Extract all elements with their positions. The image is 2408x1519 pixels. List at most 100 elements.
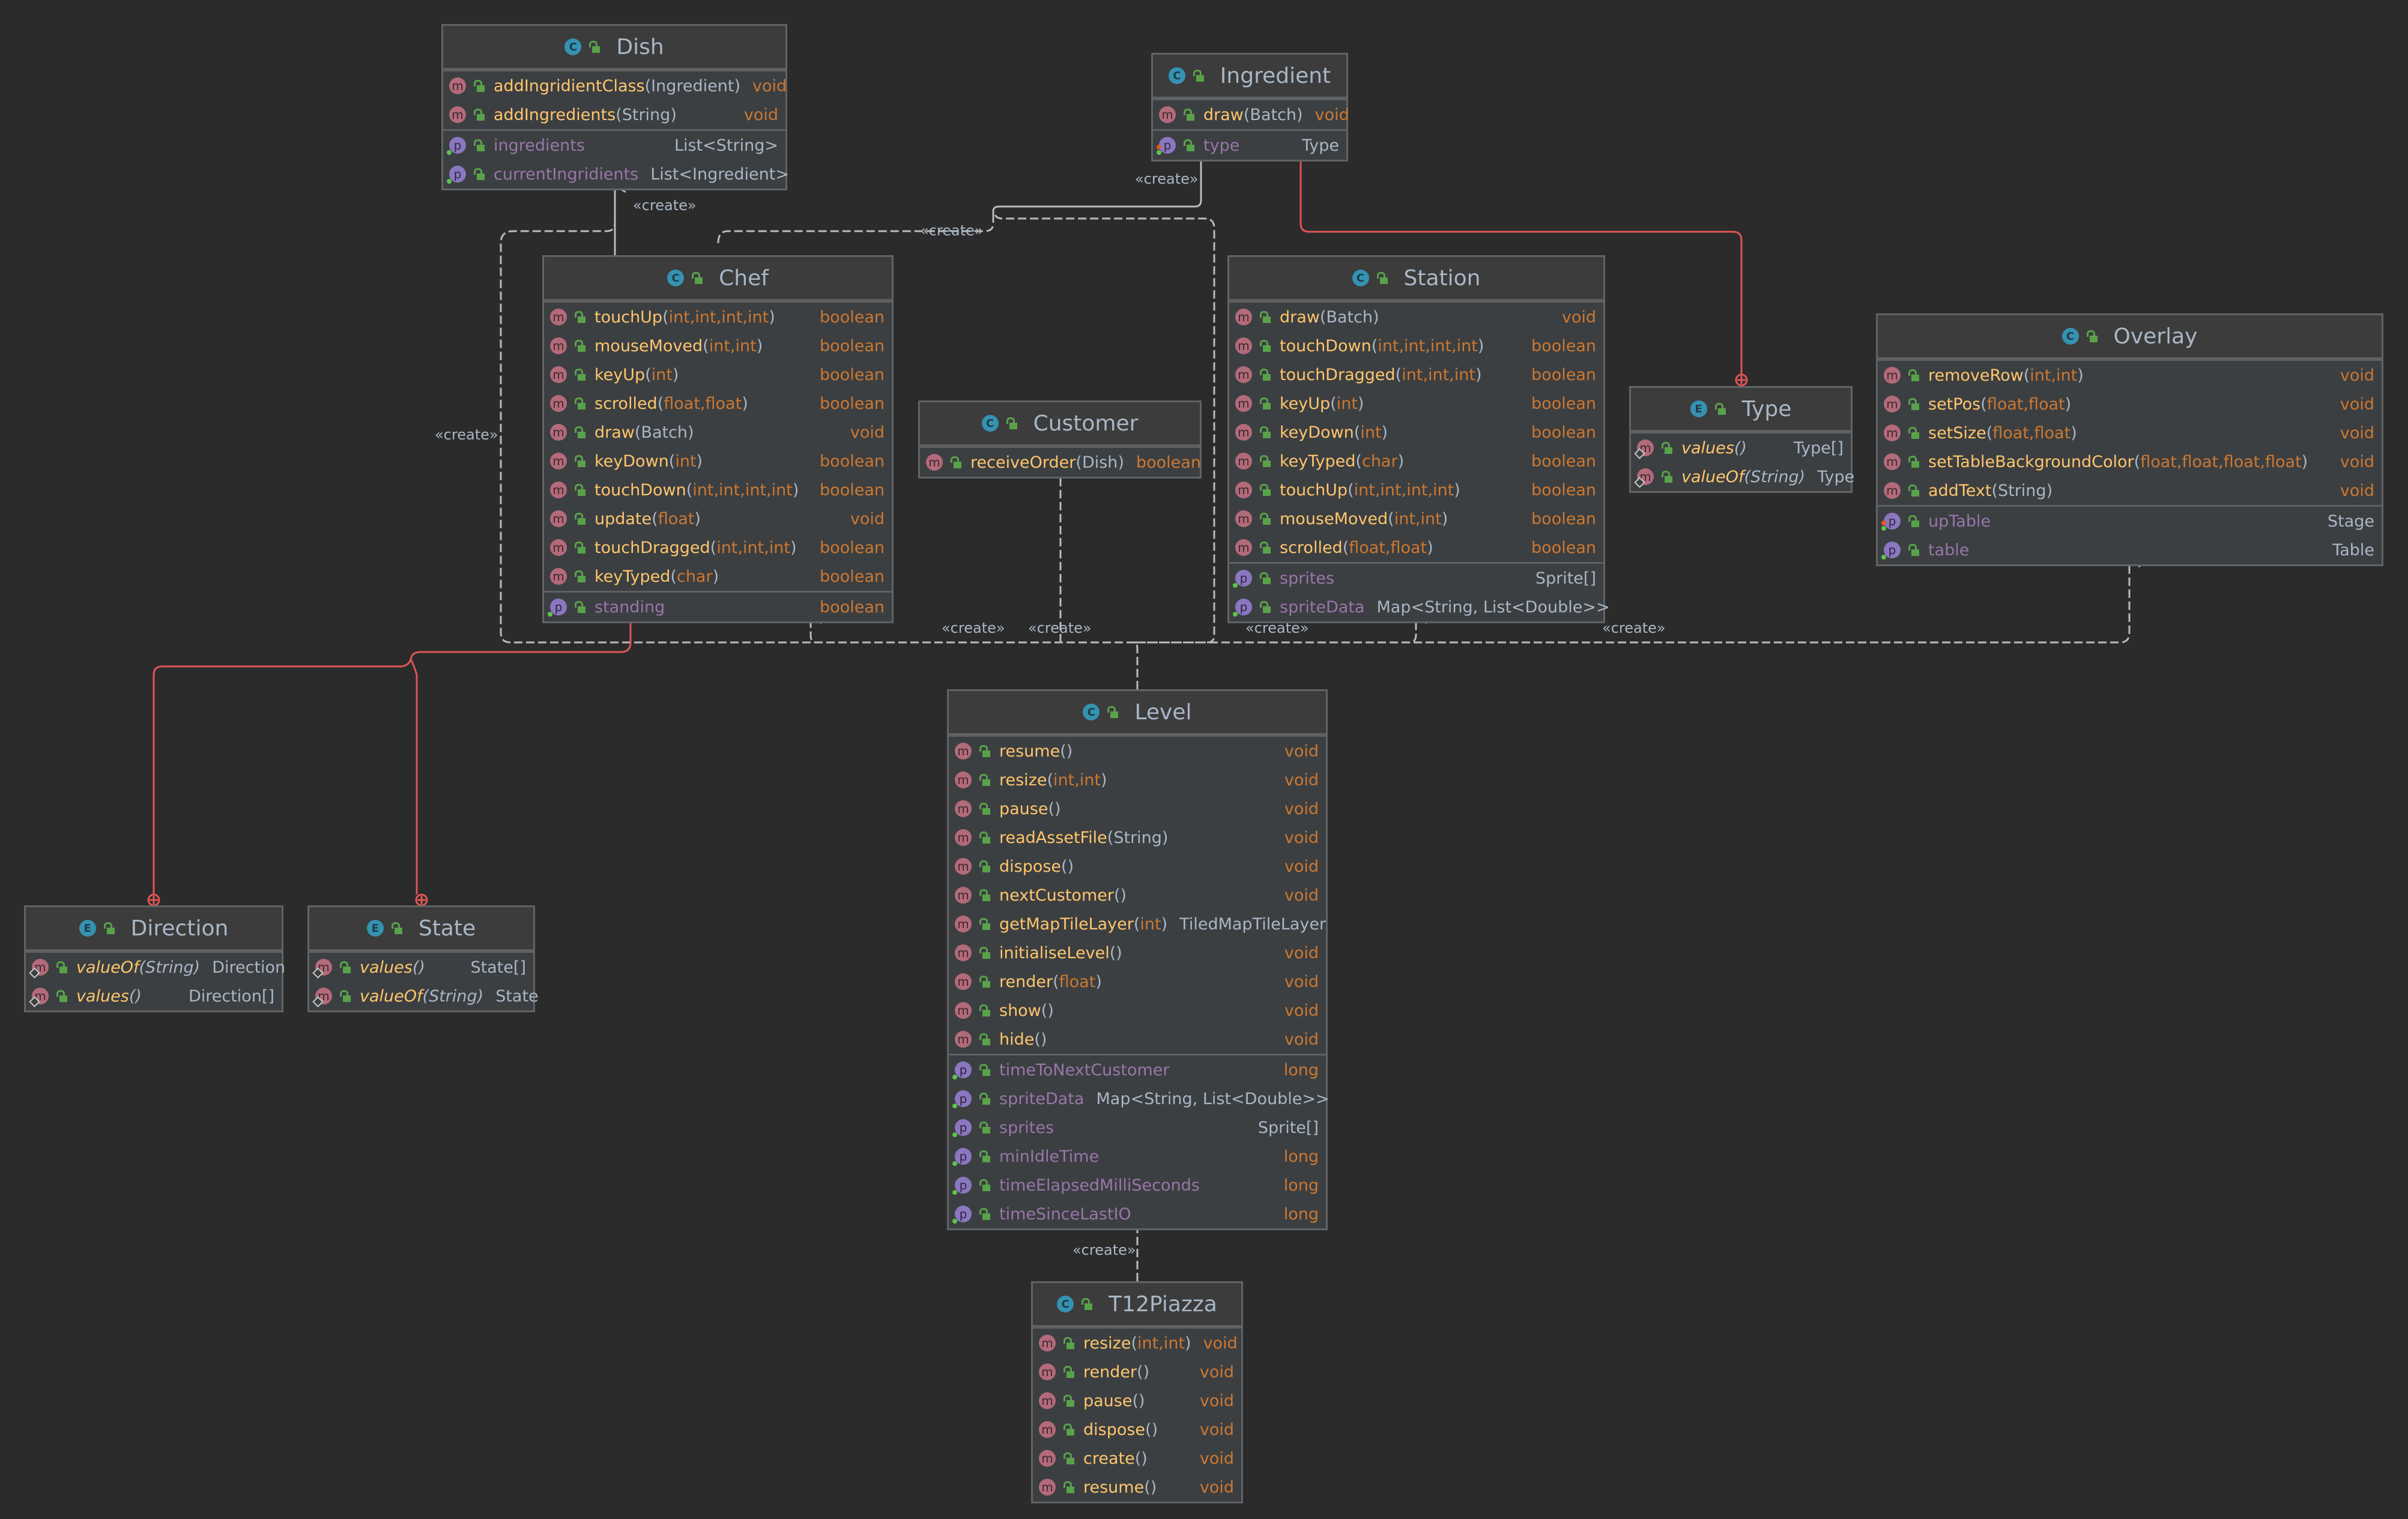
method-row[interactable]: m scrolled(float, float) boolean: [544, 389, 892, 418]
method-row[interactable]: m receiveOrder(Dish) boolean: [920, 448, 1201, 477]
class-direction[interactable]: E Direction m valueOf(String) Direction m valu…: [24, 905, 285, 1012]
method-row[interactable]: m keyUp(int) boolean: [1229, 389, 1603, 418]
method-row[interactable]: m getMapTileLayer(int) TiledMapTileLayer: [949, 910, 1326, 938]
method-row[interactable]: m resize(int, int) void: [949, 766, 1326, 794]
method-row[interactable]: m pause() void: [1033, 1386, 1241, 1415]
property-row[interactable]: p minIdleTime long: [949, 1142, 1326, 1171]
method-row[interactable]: m initialiseLevel() void: [949, 938, 1326, 967]
property-row[interactable]: p timeElapsedMilliSeconds long: [949, 1171, 1326, 1200]
method-row[interactable]: m values() Direction[]: [26, 982, 282, 1010]
class-header[interactable]: C T12Piazza: [1033, 1283, 1241, 1327]
public-lock-icon: [1908, 369, 1920, 381]
property-row[interactable]: p timeToNextCustomer long: [949, 1055, 1326, 1084]
method-row[interactable]: m dispose() void: [949, 852, 1326, 881]
method-row[interactable]: m draw(Batch) void: [1229, 303, 1603, 331]
method-row[interactable]: m keyDown(int) boolean: [544, 447, 892, 476]
property-icon: p: [952, 1090, 972, 1108]
class-type[interactable]: E Type m values() Type[] m valueOf(String) Type: [1629, 386, 1854, 493]
method-row[interactable]: m addIngridientClass(Ingredient) void: [443, 71, 787, 100]
return-type: TiledMapTileLayer: [1179, 914, 1327, 934]
method-row[interactable]: m hide() void: [949, 1025, 1326, 1054]
method-row[interactable]: m keyDown(int) boolean: [1229, 418, 1603, 447]
method-row[interactable]: m mouseMoved(int, int) boolean: [544, 331, 892, 360]
method-row[interactable]: m mouseMoved(int, int) boolean: [1229, 504, 1603, 533]
paren: ): [1150, 1478, 1157, 1497]
property-row[interactable]: p currentIngridients List<Ingredient>: [443, 160, 789, 189]
method-row[interactable]: m touchDragged(int, int, int) boolean: [1229, 360, 1603, 389]
property-row[interactable]: p table Table: [1878, 536, 2382, 564]
paren: ): [1047, 1001, 1054, 1020]
method-icon: m: [955, 858, 972, 875]
public-lock-icon: [1006, 417, 1018, 429]
method-row[interactable]: m setSize(float, float) void: [1878, 418, 2382, 447]
method-row[interactable]: m values() State[]: [309, 953, 533, 982]
class-overlay[interactable]: C Overlay m removeRow(int, int) void m setPos(…: [1876, 313, 2383, 566]
method-row[interactable]: m touchDown(int, int, int, int) boolean: [544, 476, 892, 504]
property-row[interactable]: p type Type: [1153, 131, 1346, 160]
property-row[interactable]: p spriteData Map<String, List<Double>>: [1229, 593, 1610, 621]
method-icon: m: [926, 454, 943, 471]
class-station[interactable]: C Station m draw(Batch) void m touchDown(int, …: [1227, 255, 1610, 623]
method-row[interactable]: m dispose() void: [1033, 1415, 1241, 1444]
method-row[interactable]: m draw(Batch) void: [544, 418, 892, 447]
property-row[interactable]: p upTable Stage: [1878, 507, 2382, 536]
class-customer[interactable]: C Customer m receiveOrder(Dish) boolean: [918, 400, 1202, 479]
method-row[interactable]: m keyUp(int) boolean: [544, 360, 892, 389]
method-row[interactable]: m nextCustomer() void: [949, 881, 1326, 910]
class-header[interactable]: C Customer: [920, 402, 1200, 446]
method-row[interactable]: m resume() void: [949, 737, 1326, 766]
method-row[interactable]: m valueOf(String) Direction: [26, 953, 285, 982]
create-label: «create»: [920, 222, 984, 239]
method-row[interactable]: m touchDragged(int, int, int) boolean: [544, 533, 892, 562]
method-row[interactable]: m draw(Batch) void: [1153, 100, 1349, 129]
method-name: update: [594, 509, 652, 528]
method-row[interactable]: m resize(int, int) void: [1033, 1329, 1241, 1357]
class-header[interactable]: C Level: [949, 691, 1326, 735]
property-row[interactable]: p spriteData Map<String, List<Double>>: [949, 1084, 1330, 1113]
method-row[interactable]: m update(float) void: [544, 504, 892, 533]
method-row[interactable]: m render(float) void: [949, 967, 1326, 996]
method-row[interactable]: m readAssetFile(String) void: [949, 823, 1326, 852]
method-row[interactable]: m removeRow(int, int) void: [1878, 361, 2382, 390]
class-header[interactable]: E Type: [1631, 388, 1851, 432]
method-row[interactable]: m touchUp(int, int, int, int) boolean: [544, 303, 892, 331]
method-row[interactable]: m render() void: [1033, 1357, 1241, 1386]
method-row[interactable]: m setPos(float, float) void: [1878, 390, 2382, 418]
property-row[interactable]: p timeSinceLastIO long: [949, 1200, 1326, 1228]
method-row[interactable]: m show() void: [949, 996, 1326, 1025]
method-row[interactable]: m resume() void: [1033, 1473, 1241, 1502]
class-chef[interactable]: C Chef m touchUp(int, int, int, int) boolean…: [542, 255, 894, 623]
method-row[interactable]: m create() void: [1033, 1444, 1241, 1473]
class-header[interactable]: C Chef: [544, 257, 892, 301]
method-row[interactable]: m touchUp(int, int, int, int) boolean: [1229, 476, 1603, 504]
method-row[interactable]: m scrolled(float, float) boolean: [1229, 533, 1603, 562]
method-row[interactable]: m touchDown(int, int, int, int) boolean: [1229, 331, 1603, 360]
class-header[interactable]: E State: [309, 907, 533, 951]
class-ingredient[interactable]: C Ingredient m draw(Batch) void p type Type: [1151, 53, 1349, 162]
class-icon: C: [1352, 270, 1369, 286]
property-row[interactable]: p sprites Sprite[]: [1229, 564, 1603, 593]
class-t12piazza[interactable]: C T12Piazza m resize(int, int) void m render()…: [1031, 1281, 1243, 1503]
class-header[interactable]: C Dish: [443, 26, 785, 70]
property-row[interactable]: p ingredients List<String>: [443, 131, 785, 160]
public-lock-icon: [1908, 456, 1920, 468]
method-row[interactable]: m valueOf(String) Type: [1631, 462, 1854, 491]
method-row[interactable]: m addText(String) void: [1878, 476, 2382, 505]
method-row[interactable]: m valueOf(String) State: [309, 982, 539, 1010]
property-row[interactable]: p sprites Sprite[]: [949, 1113, 1326, 1142]
public-lock-icon: [1259, 369, 1271, 381]
method-row[interactable]: m pause() void: [949, 794, 1326, 823]
method-row[interactable]: m keyTyped(char) boolean: [1229, 447, 1603, 476]
property-row[interactable]: p standing boolean: [544, 593, 892, 621]
class-header[interactable]: C Overlay: [1878, 315, 2382, 359]
method-row[interactable]: m values() Type[]: [1631, 433, 1851, 462]
class-header[interactable]: C Ingredient: [1153, 55, 1346, 98]
class-header[interactable]: E Direction: [26, 907, 282, 951]
class-dish[interactable]: C Dish m addIngridientClass(Ingredient) void…: [441, 24, 789, 190]
class-level[interactable]: C Level m resume() void m resize(int, int) void…: [947, 689, 1330, 1230]
method-row[interactable]: m addIngredients(String) void: [443, 100, 785, 129]
method-row[interactable]: m keyTyped(char) boolean: [544, 562, 892, 591]
class-header[interactable]: C Station: [1229, 257, 1603, 301]
class-state[interactable]: E State m values() State[] m valueOf(String) St…: [307, 905, 539, 1012]
method-row[interactable]: m setTableBackgroundColor(float, float, f…: [1878, 447, 2382, 476]
